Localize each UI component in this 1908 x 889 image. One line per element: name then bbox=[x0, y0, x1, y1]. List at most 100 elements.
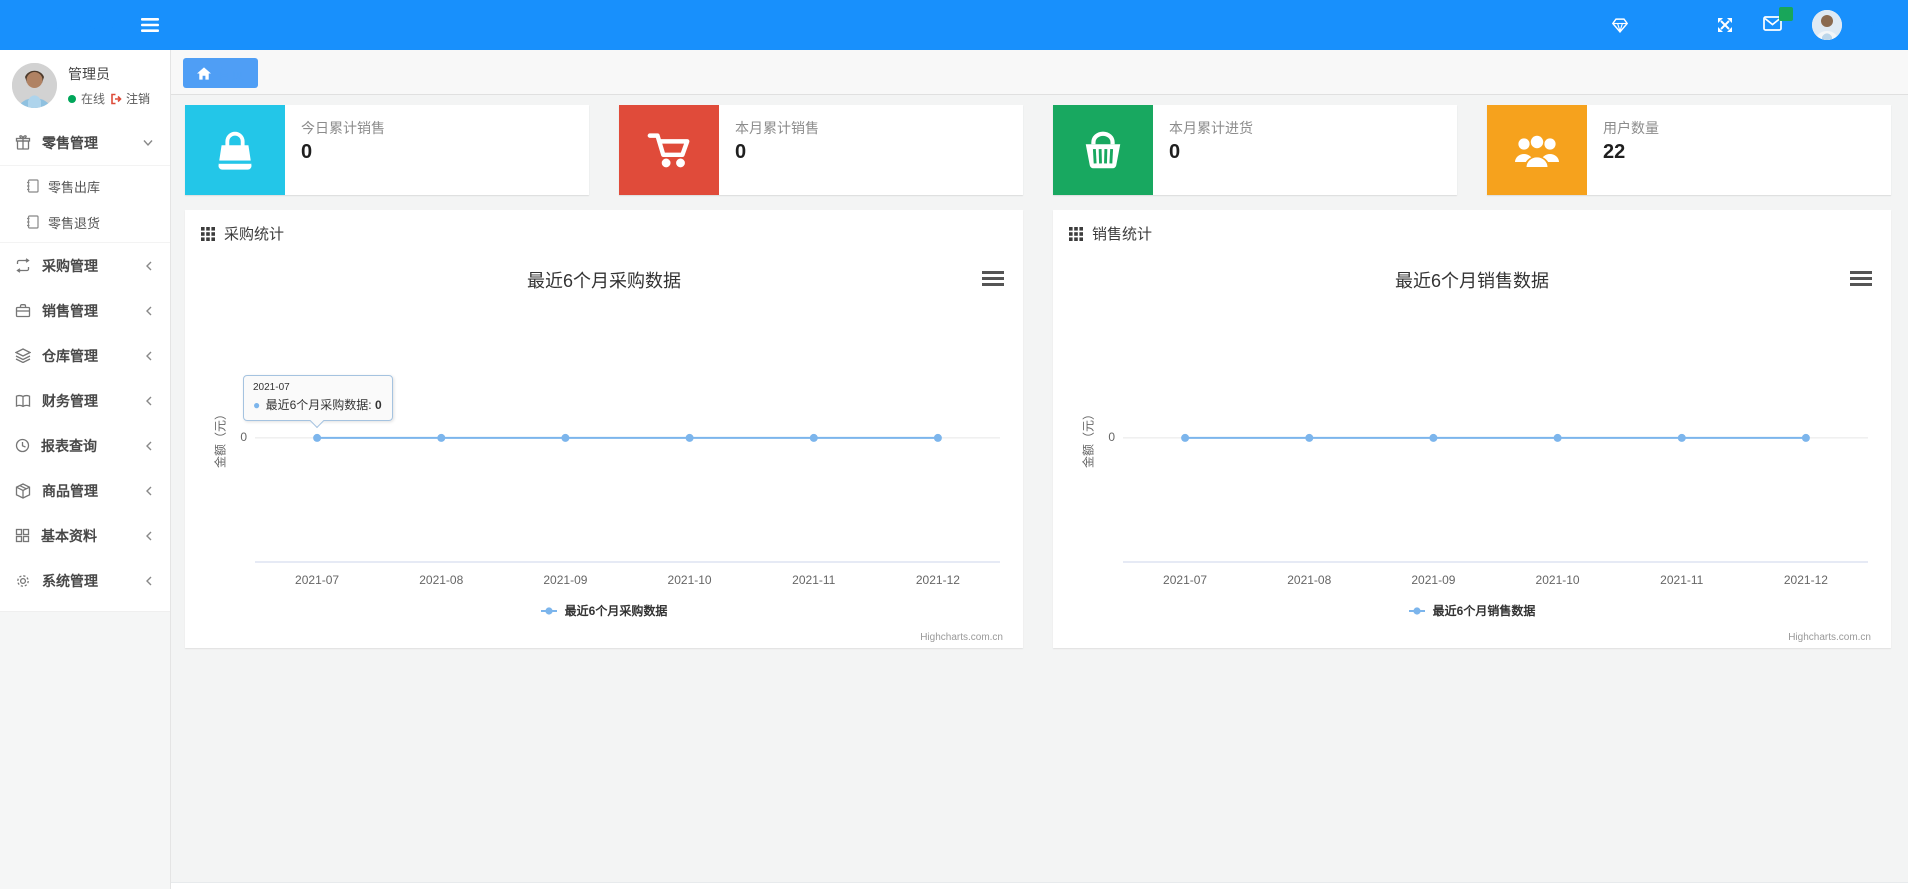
x-axis-label: 2021-07 bbox=[295, 573, 340, 587]
highcharts-credits[interactable]: Highcharts.com.cn bbox=[920, 632, 1003, 643]
user-avatar bbox=[12, 63, 57, 108]
logout-icon bbox=[111, 93, 122, 104]
chart-marker[interactable] bbox=[1181, 433, 1190, 442]
sidebar-item-label: 销售管理 bbox=[42, 302, 98, 319]
cart-icon bbox=[647, 133, 690, 168]
main-content: 今日累计销售 0 本月累计销售 0 本月累计进货 0 用户数量 22 采购统计 … bbox=[171, 95, 1908, 889]
chart-marker[interactable] bbox=[1553, 433, 1562, 442]
chevron-left-icon bbox=[145, 306, 153, 316]
chevron-left-icon bbox=[145, 576, 153, 586]
purchase-stats-panel: 采购统计 最近6个月采购数据 金额（元） 0 2021-07 2021-08 202… bbox=[185, 210, 1023, 648]
sidebar-subitem-label: 零售退货 bbox=[48, 215, 101, 231]
avatar bbox=[1811, 10, 1842, 40]
chart-marker[interactable] bbox=[313, 433, 322, 442]
stat-card-user-count: 用户数量 22 bbox=[1487, 105, 1891, 195]
sidebar-subitem-label: 零售出库 bbox=[48, 179, 101, 195]
hamburger-icon bbox=[140, 18, 159, 32]
y-axis-tick: 0 bbox=[1108, 430, 1115, 444]
sidebar-item-goods[interactable]: 商品管理 bbox=[0, 468, 170, 513]
sidebar-item-sales[interactable]: 销售管理 bbox=[0, 288, 170, 333]
chevron-left-icon bbox=[145, 261, 153, 271]
guide-label: 新手引导 bbox=[1634, 18, 1687, 34]
chart-marker[interactable] bbox=[561, 433, 570, 442]
chart-marker[interactable] bbox=[437, 433, 446, 442]
sidebar-toggle-button[interactable] bbox=[140, 18, 159, 32]
chart-marker[interactable] bbox=[1429, 433, 1438, 442]
journal-icon bbox=[26, 179, 39, 193]
journal-icon bbox=[26, 215, 39, 229]
sidebar-user-panel: 管理员 在线 注销 bbox=[0, 50, 170, 120]
legend-label: 最近6个月采购数据 bbox=[564, 604, 668, 618]
chevron-left-icon bbox=[145, 531, 153, 541]
stat-label: 本月累计进货 bbox=[1169, 120, 1253, 136]
sidebar-item-label: 系统管理 bbox=[42, 572, 98, 589]
tab-home[interactable]: 首页 bbox=[183, 58, 259, 88]
sidebar-item-label: 商品管理 bbox=[42, 482, 98, 499]
user-menu[interactable]: 管理员 bbox=[1811, 10, 1888, 40]
sales-stats-panel: 销售统计 最近6个月销售数据 金额（元） 0 2021-07 2021-08 202… bbox=[1053, 210, 1891, 648]
username-label: 管理员 bbox=[1848, 18, 1888, 34]
repeat-icon bbox=[15, 258, 31, 273]
logout-button[interactable]: 注销 bbox=[110, 90, 150, 107]
chart-tooltip: 2021-07 ● 最近6个月采购数据: 0 bbox=[243, 375, 393, 429]
expand-arrows-icon bbox=[1717, 18, 1732, 32]
legend-label: 最近6个月销售数据 bbox=[1432, 604, 1536, 618]
chart-marker[interactable] bbox=[1677, 433, 1686, 442]
legend-item[interactable]: 最近6个月销售数据 bbox=[1053, 602, 1891, 619]
legend-marker-icon bbox=[1408, 606, 1425, 615]
sidebar-item-purchase[interactable]: 采购管理 bbox=[0, 243, 170, 288]
layers-icon bbox=[15, 348, 31, 363]
tabs-bar: 首页 bbox=[171, 50, 1908, 95]
legend-marker-icon bbox=[540, 606, 557, 615]
chart-marker[interactable] bbox=[1801, 433, 1810, 442]
tooltip-title: 2021-07 bbox=[253, 382, 290, 393]
sidebar-menu: 零售管理 零售出库 零售退货 采购管理 销售管理 仓库管理 财务管理 报表查询 … bbox=[0, 120, 170, 603]
sidebar-item-system[interactable]: 系统管理 bbox=[0, 558, 170, 603]
sidebar-item-retail-return[interactable]: 零售退货 bbox=[0, 204, 170, 240]
stat-card-month-sales: 本月累计销售 0 bbox=[619, 105, 1023, 195]
top-navbar: ERP平台 新手引导 0 管理员 bbox=[0, 0, 1908, 50]
sidebar-item-retail[interactable]: 零售管理 bbox=[0, 120, 170, 165]
sidebar-item-retail-outbound[interactable]: 零售出库 bbox=[0, 168, 170, 204]
clock-icon bbox=[15, 438, 30, 453]
chart-marker[interactable] bbox=[685, 433, 694, 442]
sidebar-item-base-data[interactable]: 基本资料 bbox=[0, 513, 170, 558]
x-axis-label: 2021-12 bbox=[915, 573, 960, 587]
stat-label: 本月累计销售 bbox=[735, 120, 819, 136]
message-count-badge: 0 bbox=[1779, 7, 1793, 21]
x-axis-label: 2021-08 bbox=[1287, 573, 1332, 587]
gift-icon bbox=[15, 134, 31, 151]
y-axis-tick: 0 bbox=[240, 430, 247, 444]
x-axis-label: 2021-10 bbox=[1535, 573, 1580, 587]
legend-item[interactable]: 最近6个月采购数据 bbox=[185, 602, 1023, 619]
guide-button[interactable]: 新手引导 bbox=[1611, 16, 1687, 35]
brand-logo: ERP平台 bbox=[33, 16, 117, 39]
sidebar-item-label: 基本资料 bbox=[41, 527, 97, 544]
chart-marker[interactable] bbox=[809, 433, 818, 442]
chevron-left-icon bbox=[145, 486, 153, 496]
sidebar-item-warehouse[interactable]: 仓库管理 bbox=[0, 333, 170, 378]
sidebar-username: 管理员 bbox=[68, 66, 110, 82]
fullscreen-button[interactable] bbox=[1717, 17, 1733, 33]
chevron-left-icon bbox=[145, 351, 153, 361]
tab-home-label: 首页 bbox=[218, 66, 245, 82]
chart-marker[interactable] bbox=[933, 433, 942, 442]
sidebar-item-reports[interactable]: 报表查询 bbox=[0, 423, 170, 468]
x-axis-label: 2021-11 bbox=[1660, 573, 1704, 587]
x-axis-label: 2021-10 bbox=[667, 573, 712, 587]
sidebar-item-finance[interactable]: 财务管理 bbox=[0, 378, 170, 423]
stat-card-today-sales: 今日累计销售 0 bbox=[185, 105, 589, 195]
sidebar-item-label: 仓库管理 bbox=[42, 347, 98, 364]
stat-card-month-purchase: 本月累计进货 0 bbox=[1053, 105, 1457, 195]
footer-strip bbox=[171, 882, 1908, 889]
sidebar: 管理员 在线 注销 零售管理 零售出库 零售退货 采购管理 销售管理 仓库管理 … bbox=[0, 50, 171, 889]
gear-icon bbox=[15, 573, 31, 589]
chart-marker[interactable] bbox=[1305, 433, 1314, 442]
messages-button[interactable]: 0 bbox=[1763, 7, 1793, 34]
stat-value: 0 bbox=[1169, 141, 1181, 163]
stats-row: 今日累计销售 0 本月累计销售 0 本月累计进货 0 用户数量 22 bbox=[185, 105, 1891, 195]
highcharts-credits[interactable]: Highcharts.com.cn bbox=[1788, 632, 1871, 643]
stat-label: 用户数量 bbox=[1603, 120, 1659, 136]
stat-label: 今日累计销售 bbox=[301, 120, 385, 136]
package-icon bbox=[15, 482, 31, 499]
